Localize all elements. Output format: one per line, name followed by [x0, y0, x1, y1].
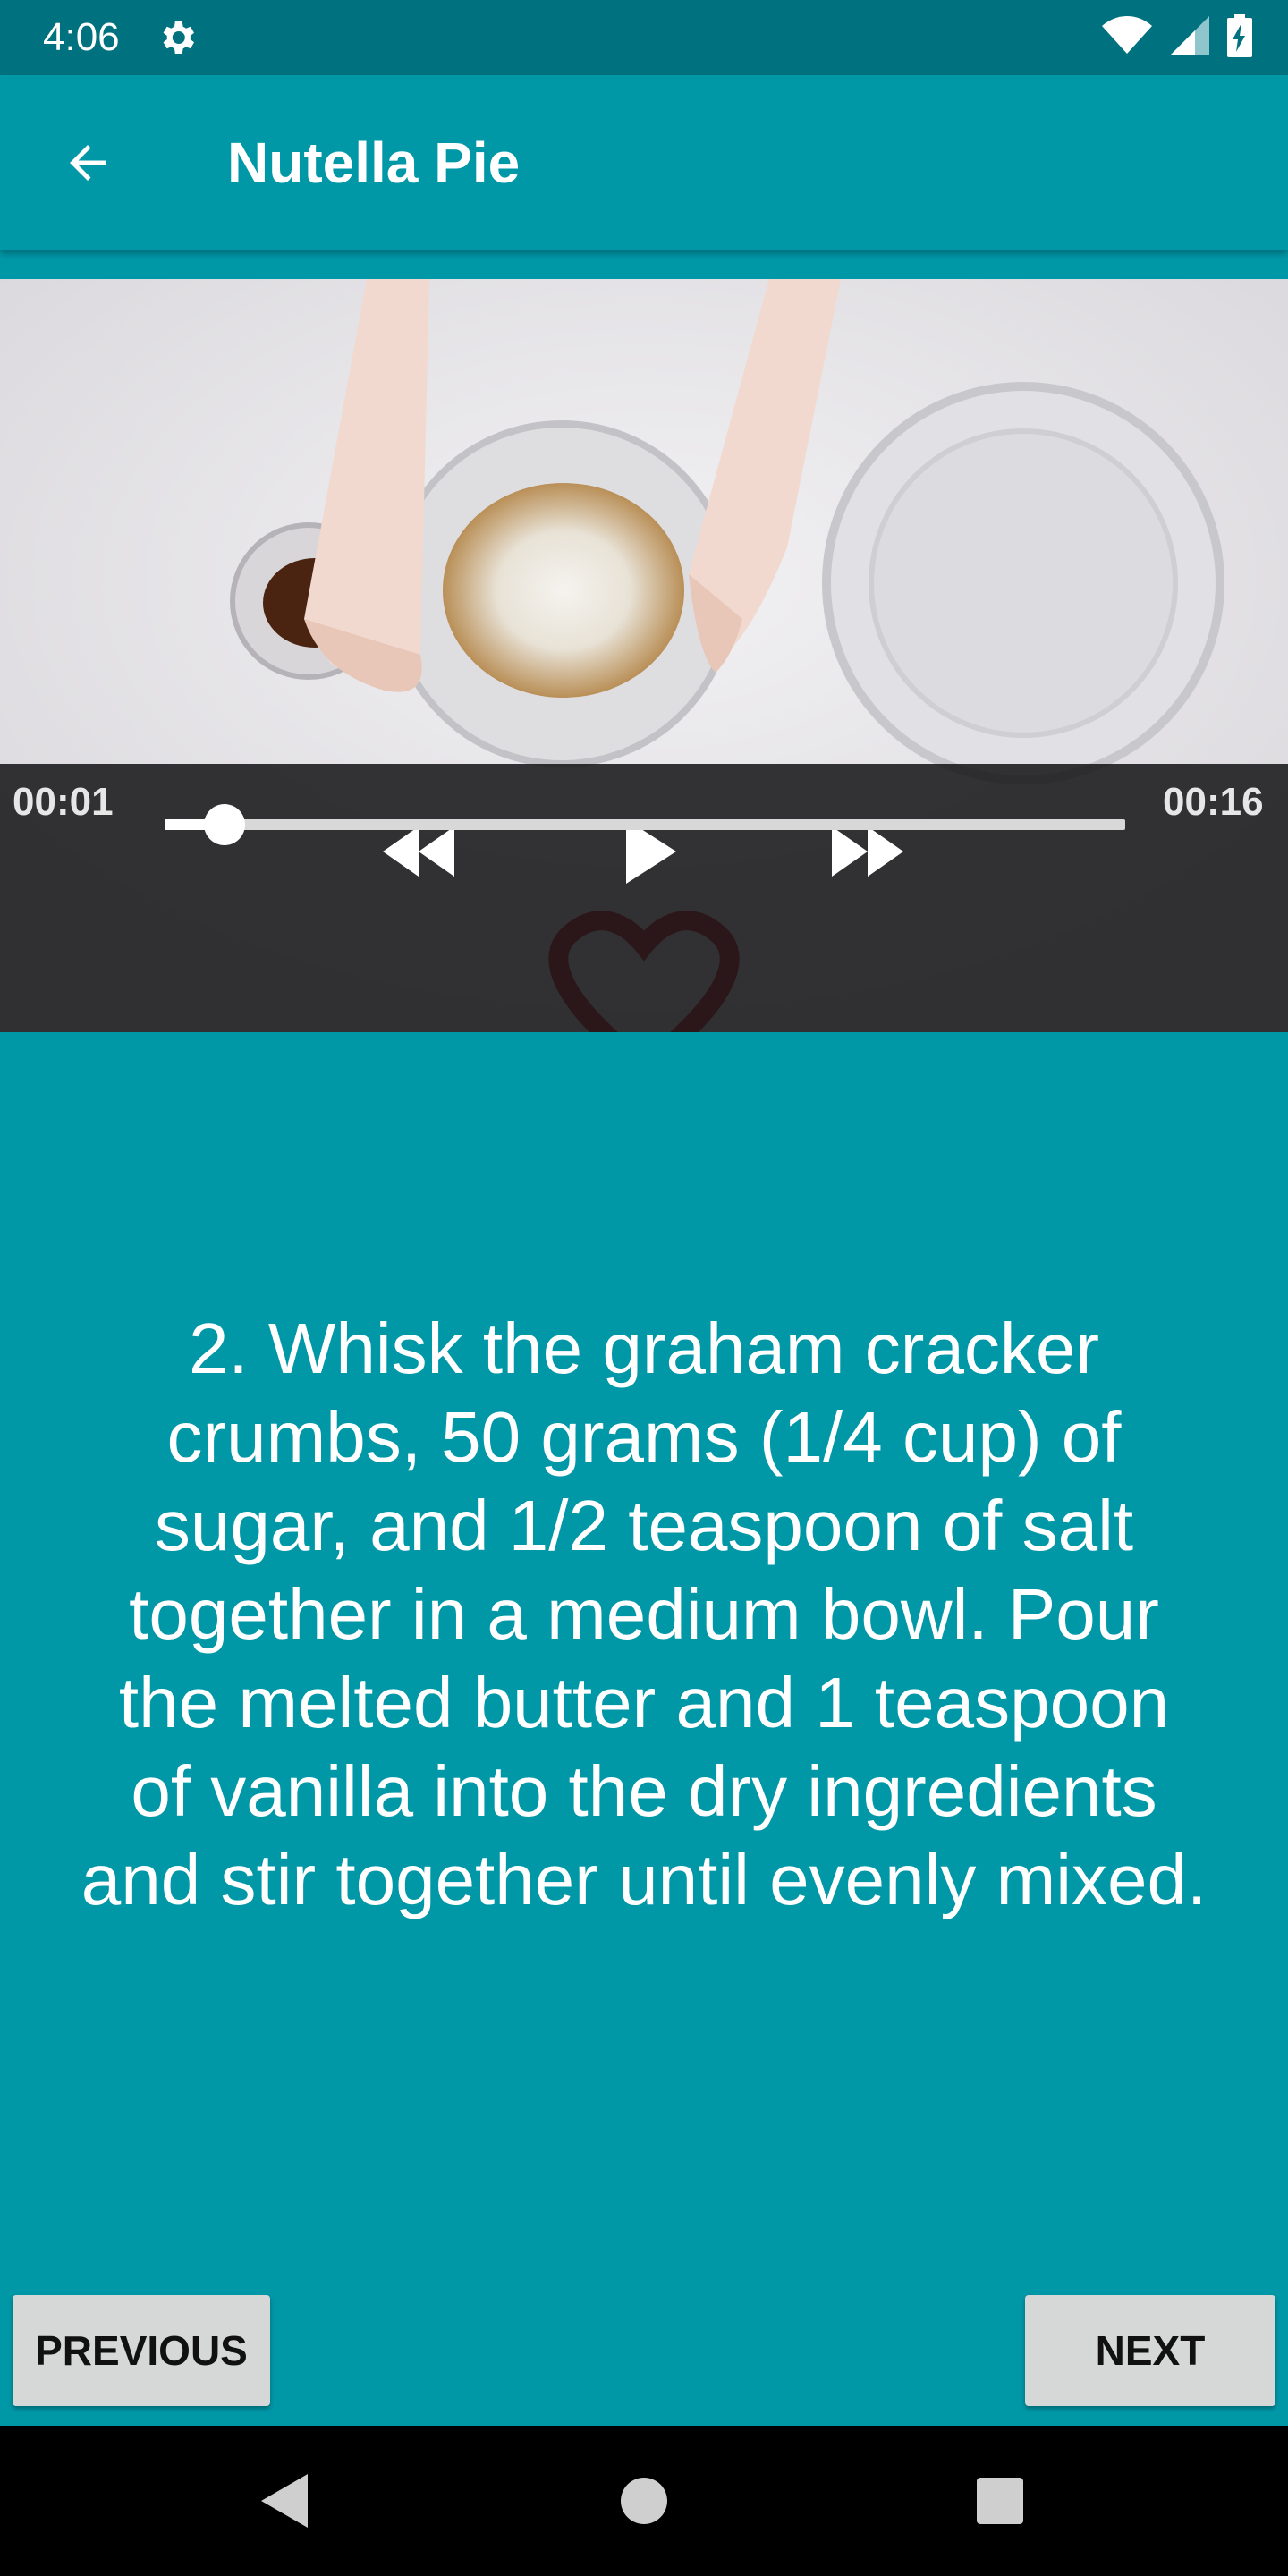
arrow-back-icon [70, 145, 106, 181]
back-triangle-icon [261, 2474, 308, 2528]
current-time: 00:01 [13, 780, 114, 824]
seek-bar[interactable] [165, 804, 1125, 845]
status-time: 4:06 [43, 15, 120, 59]
recents-square-icon [977, 2478, 1023, 2524]
rewind-icon [383, 826, 454, 877]
fast-forward-icon [832, 826, 903, 877]
video-controls [0, 764, 1288, 1032]
app-bar: Nutella Pie [0, 75, 1288, 250]
system-recents-button[interactable] [955, 2462, 1045, 2540]
battery-charging-icon [1227, 13, 1252, 62]
system-back-button[interactable] [242, 2462, 331, 2540]
gear-icon [156, 16, 199, 59]
cell-signal-icon [1170, 15, 1209, 60]
previous-button[interactable]: PREVIOUS [13, 2295, 270, 2406]
back-button[interactable] [45, 120, 131, 206]
home-circle-icon [621, 2478, 667, 2524]
next-button[interactable]: NEXT [1025, 2295, 1275, 2406]
system-nav-bar [0, 2426, 1288, 2576]
system-home-button[interactable] [599, 2462, 689, 2540]
video-player[interactable]: 00:01 00:16 [0, 279, 1288, 1032]
wifi-icon [1102, 15, 1152, 60]
status-bar: 4:06 [0, 0, 1288, 75]
status-icons [1102, 13, 1252, 62]
page-title: Nutella Pie [227, 131, 521, 195]
seek-thumb[interactable] [204, 804, 246, 845]
duration-time: 00:16 [1163, 780, 1264, 824]
step-description: 2. Whisk the graham cracker crumbs, 50 g… [80, 1309, 1208, 1919]
